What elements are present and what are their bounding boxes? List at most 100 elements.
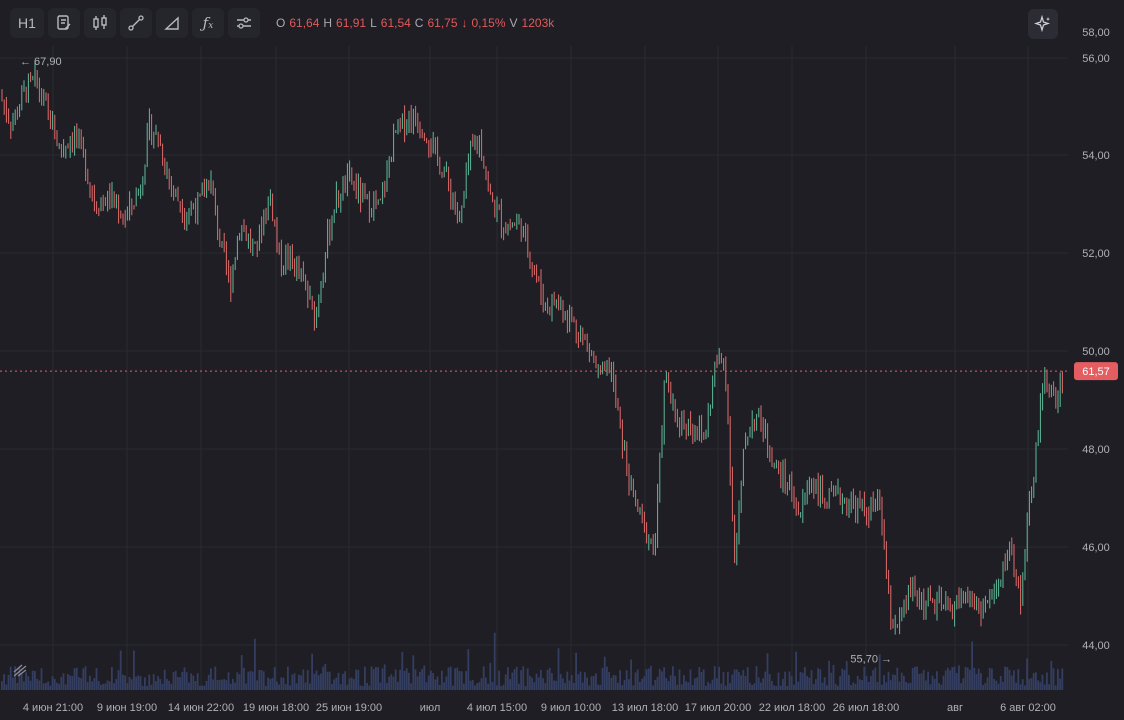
- volume-bar: [551, 673, 553, 690]
- timeframe-button[interactable]: H1: [10, 8, 44, 38]
- shape-tool-button[interactable]: [156, 8, 188, 38]
- volume-bar: [619, 670, 621, 690]
- volume-bar: [1037, 680, 1039, 690]
- volume-bar: [326, 671, 329, 690]
- y-tick-label: 58,00: [1082, 27, 1110, 39]
- volume-bar: [150, 684, 153, 690]
- price-candles[interactable]: [1, 60, 1063, 635]
- volume-bar: [229, 683, 232, 690]
- volume-bar: [509, 679, 511, 690]
- price-axis[interactable]: 58,00 56,00 54,00 52,00 50,00 48,00 46,00 44,00: [1082, 27, 1110, 652]
- volume-bar: [364, 666, 366, 690]
- volume-bar: [82, 668, 85, 690]
- volume-bar: [467, 649, 470, 690]
- volume-bar: [280, 677, 283, 690]
- volume-bar: [1054, 685, 1057, 690]
- volume-bar: [394, 669, 397, 690]
- volume-bar: [993, 678, 995, 690]
- volume-bar: [111, 667, 113, 690]
- volume-bar: [656, 676, 659, 690]
- volume-bar: [359, 685, 362, 690]
- volume-bar: [12, 677, 14, 690]
- volume-bar: [927, 671, 929, 690]
- volume-bar: [812, 684, 815, 690]
- volume-bar: [815, 679, 817, 690]
- volume-bar: [881, 684, 883, 690]
- volume-bar: [218, 679, 221, 690]
- volume-bar: [58, 683, 60, 690]
- volume-bar: [375, 666, 377, 690]
- x-tick-label: 6 авг 02:00: [1000, 702, 1056, 714]
- volume-bar: [289, 685, 291, 690]
- volume-bar: [621, 685, 624, 690]
- volume-bar: [324, 663, 327, 690]
- indicators-button[interactable]: ƒx: [192, 8, 224, 38]
- volume-bar: [735, 669, 738, 690]
- low-value: 61,54: [380, 16, 411, 30]
- chart-type-button[interactable]: [84, 8, 116, 38]
- x-tick-label: 9 июн 19:00: [97, 702, 157, 714]
- volume-bar: [991, 668, 993, 690]
- document-edit-icon: [57, 15, 71, 30]
- volume-bar: [487, 683, 489, 690]
- volume-bar: [370, 666, 373, 690]
- volume-bar: [667, 681, 670, 690]
- chart-toolbar: H1 ƒx O 61,64 H 61,91 L 61,54 C 61,75 ↓ 0,15%…: [0, 0, 554, 46]
- volume-bar: [848, 674, 850, 690]
- volume-bar: [221, 679, 223, 690]
- y-tick-label: 54,00: [1082, 150, 1110, 162]
- x-tick-label: 4 июн 21:00: [23, 702, 83, 714]
- volume-bar: [293, 673, 296, 690]
- trendline-tool-button[interactable]: [120, 8, 152, 38]
- volume-bar: [570, 675, 573, 690]
- volume-bar: [650, 666, 652, 690]
- volume-bar: [31, 670, 34, 690]
- volume-bar: [683, 675, 685, 690]
- volume-bar: [342, 673, 344, 690]
- volume-bar: [491, 681, 494, 690]
- volume-bar: [837, 685, 839, 690]
- volume-bar: [34, 671, 36, 690]
- volume-bar: [562, 678, 564, 690]
- volume-bar: [353, 679, 355, 690]
- volume-bar: [986, 677, 989, 690]
- volume-bar: [936, 671, 938, 690]
- volume-bar: [955, 673, 958, 690]
- settings-button[interactable]: [228, 8, 260, 38]
- volume-bar: [317, 675, 320, 690]
- volume-bar: [768, 673, 771, 690]
- volume-bar: [520, 670, 522, 690]
- volume-bar: [867, 681, 870, 690]
- volume-bar: [144, 677, 146, 690]
- volume-bar: [628, 679, 630, 690]
- volume-bar: [441, 670, 443, 690]
- ai-assistant-button[interactable]: [1028, 9, 1058, 39]
- volume-bar: [933, 678, 936, 690]
- volume-bar: [925, 680, 927, 690]
- volume-bar: [355, 669, 357, 690]
- candles-icon: [93, 15, 107, 30]
- volume-bar: [918, 673, 921, 690]
- volume-bar: [1039, 682, 1042, 690]
- ohlc-legend: O 61,64 H 61,91 L 61,54 C 61,75 ↓ 0,15% V 1203…: [276, 16, 554, 30]
- volume-bar: [971, 641, 973, 690]
- volume-bar: [773, 685, 775, 690]
- volume-bar: [333, 679, 335, 690]
- volume-bar: [724, 685, 727, 690]
- volume-bar: [322, 666, 324, 690]
- volume-bar: [614, 675, 617, 690]
- volume-bar: [78, 677, 80, 690]
- indicators-list-button[interactable]: [48, 8, 80, 38]
- volume-bar: [95, 668, 98, 690]
- volume-bar: [113, 683, 115, 690]
- volume-bar: [245, 683, 247, 690]
- candlestick-chart[interactable]: 58,00 56,00 54,00 52,00 50,00 48,00 46,00 44,00…: [0, 0, 1124, 720]
- volume-bar: [645, 669, 648, 690]
- volume-bar: [995, 680, 998, 690]
- time-axis[interactable]: 4 июн 21:00 9 июн 19:00 14 июн 22:00 19 июн…: [23, 702, 1056, 714]
- trendline-icon: [128, 15, 144, 31]
- volume-bar: [832, 664, 835, 690]
- volume-bar: [73, 668, 76, 690]
- volume-bar: [766, 653, 769, 690]
- volume-bar: [463, 683, 465, 690]
